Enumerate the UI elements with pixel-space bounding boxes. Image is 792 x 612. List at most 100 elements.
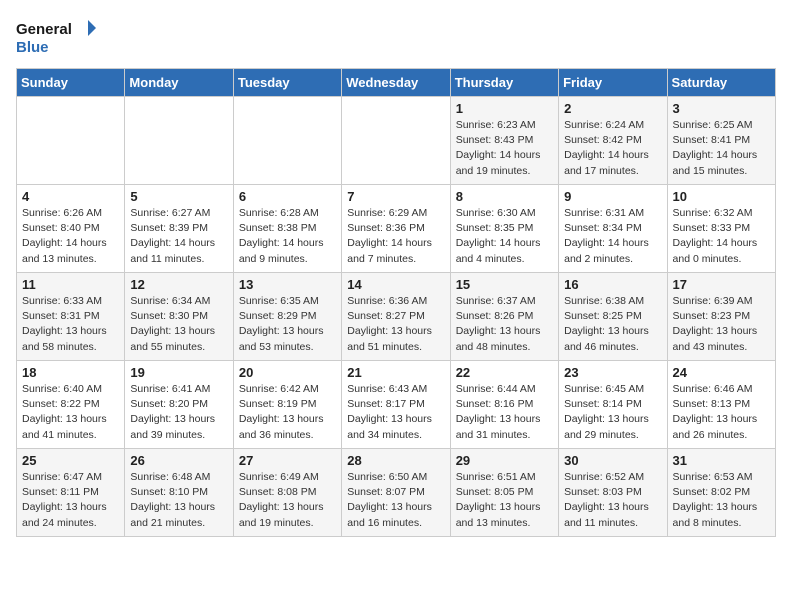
calendar-cell: 18 Sunrise: 6:40 AMSunset: 8:22 PMDayligh…: [17, 361, 125, 449]
day-info: Sunrise: 6:44 AMSunset: 8:16 PMDaylight:…: [456, 382, 553, 443]
calendar-cell: [342, 97, 450, 185]
weekday-header-thursday: Thursday: [450, 69, 558, 97]
day-info: Sunrise: 6:28 AMSunset: 8:38 PMDaylight:…: [239, 206, 336, 267]
day-number: 13: [239, 277, 336, 292]
day-info: Sunrise: 6:48 AMSunset: 8:10 PMDaylight:…: [130, 470, 227, 531]
day-info: Sunrise: 6:36 AMSunset: 8:27 PMDaylight:…: [347, 294, 444, 355]
calendar-cell: 1 Sunrise: 6:23 AMSunset: 8:43 PMDaylight…: [450, 97, 558, 185]
day-info: Sunrise: 6:27 AMSunset: 8:39 PMDaylight:…: [130, 206, 227, 267]
calendar-cell: 3Sunrise: 6:25 AMSunset: 8:41 PMDaylight…: [667, 97, 775, 185]
calendar-cell: [125, 97, 233, 185]
day-info: Sunrise: 6:42 AMSunset: 8:19 PMDaylight:…: [239, 382, 336, 443]
calendar-cell: 8 Sunrise: 6:30 AMSunset: 8:35 PMDaylight…: [450, 185, 558, 273]
day-info: Sunrise: 6:39 AMSunset: 8:23 PMDaylight:…: [673, 294, 770, 355]
calendar-cell: [233, 97, 341, 185]
calendar-cell: 10 Sunrise: 6:32 AMSunset: 8:33 PMDayligh…: [667, 185, 775, 273]
day-number: 8: [456, 189, 553, 204]
calendar-cell: 12 Sunrise: 6:34 AMSunset: 8:30 PMDayligh…: [125, 273, 233, 361]
day-info: Sunrise: 6:26 AMSunset: 8:40 PMDaylight:…: [22, 206, 119, 267]
day-number: 29: [456, 453, 553, 468]
weekday-header-wednesday: Wednesday: [342, 69, 450, 97]
day-number: 22: [456, 365, 553, 380]
calendar-cell: 15Sunrise: 6:37 AMSunset: 8:26 PMDayligh…: [450, 273, 558, 361]
weekday-header-saturday: Saturday: [667, 69, 775, 97]
day-number: 18: [22, 365, 119, 380]
calendar-cell: 9 Sunrise: 6:31 AMSunset: 8:34 PMDaylight…: [559, 185, 667, 273]
day-info: Sunrise: 6:53 AMSunset: 8:02 PMDaylight:…: [673, 470, 770, 531]
day-info: Sunrise: 6:23 AMSunset: 8:43 PMDaylight:…: [456, 118, 553, 179]
day-number: 9: [564, 189, 661, 204]
svg-text:Blue: Blue: [16, 39, 49, 56]
calendar-cell: 19Sunrise: 6:41 AMSunset: 8:20 PMDayligh…: [125, 361, 233, 449]
day-info: Sunrise: 6:46 AMSunset: 8:13 PMDaylight:…: [673, 382, 770, 443]
calendar-cell: [17, 97, 125, 185]
day-number: 1: [456, 101, 553, 116]
calendar-cell: 14 Sunrise: 6:36 AMSunset: 8:27 PMDayligh…: [342, 273, 450, 361]
day-number: 11: [22, 277, 119, 292]
logo-svg: General Blue: [16, 16, 96, 60]
day-info: Sunrise: 6:45 AMSunset: 8:14 PMDaylight:…: [564, 382, 661, 443]
day-number: 28: [347, 453, 444, 468]
calendar-cell: 25 Sunrise: 6:47 AMSunset: 8:11 PMDayligh…: [17, 449, 125, 537]
calendar-cell: 13 Sunrise: 6:35 AMSunset: 8:29 PMDayligh…: [233, 273, 341, 361]
day-number: 30: [564, 453, 661, 468]
calendar-cell: 2Sunrise: 6:24 AMSunset: 8:42 PMDaylight…: [559, 97, 667, 185]
calendar-cell: 26 Sunrise: 6:48 AMSunset: 8:10 PMDayligh…: [125, 449, 233, 537]
day-info: Sunrise: 6:49 AMSunset: 8:08 PMDaylight:…: [239, 470, 336, 531]
day-number: 4: [22, 189, 119, 204]
day-number: 16: [564, 277, 661, 292]
calendar-cell: 4 Sunrise: 6:26 AMSunset: 8:40 PMDaylight…: [17, 185, 125, 273]
weekday-header-friday: Friday: [559, 69, 667, 97]
day-number: 2: [564, 101, 661, 116]
day-info: Sunrise: 6:35 AMSunset: 8:29 PMDaylight:…: [239, 294, 336, 355]
day-number: 14: [347, 277, 444, 292]
day-info: Sunrise: 6:33 AMSunset: 8:31 PMDaylight:…: [22, 294, 119, 355]
day-info: Sunrise: 6:29 AMSunset: 8:36 PMDaylight:…: [347, 206, 444, 267]
calendar-cell: 27 Sunrise: 6:49 AMSunset: 8:08 PMDayligh…: [233, 449, 341, 537]
day-number: 12: [130, 277, 227, 292]
calendar-cell: 22 Sunrise: 6:44 AMSunset: 8:16 PMDayligh…: [450, 361, 558, 449]
day-number: 26: [130, 453, 227, 468]
calendar-cell: 31 Sunrise: 6:53 AMSunset: 8:02 PMDayligh…: [667, 449, 775, 537]
calendar-cell: 11 Sunrise: 6:33 AMSunset: 8:31 PMDayligh…: [17, 273, 125, 361]
day-number: 21: [347, 365, 444, 380]
calendar-cell: 20 Sunrise: 6:42 AMSunset: 8:19 PMDayligh…: [233, 361, 341, 449]
calendar-cell: 23Sunrise: 6:45 AMSunset: 8:14 PMDayligh…: [559, 361, 667, 449]
day-info: Sunrise: 6:40 AMSunset: 8:22 PMDaylight:…: [22, 382, 119, 443]
day-number: 7: [347, 189, 444, 204]
calendar-cell: 29 Sunrise: 6:51 AMSunset: 8:05 PMDayligh…: [450, 449, 558, 537]
day-info: Sunrise: 6:34 AMSunset: 8:30 PMDaylight:…: [130, 294, 227, 355]
weekday-header-monday: Monday: [125, 69, 233, 97]
day-info: Sunrise: 6:25 AMSunset: 8:41 PMDaylight:…: [673, 118, 770, 179]
day-info: Sunrise: 6:47 AMSunset: 8:11 PMDaylight:…: [22, 470, 119, 531]
calendar-cell: 6 Sunrise: 6:28 AMSunset: 8:38 PMDaylight…: [233, 185, 341, 273]
day-number: 17: [673, 277, 770, 292]
calendar-cell: 17 Sunrise: 6:39 AMSunset: 8:23 PMDayligh…: [667, 273, 775, 361]
weekday-header-tuesday: Tuesday: [233, 69, 341, 97]
day-info: Sunrise: 6:30 AMSunset: 8:35 PMDaylight:…: [456, 206, 553, 267]
calendar-cell: 16 Sunrise: 6:38 AMSunset: 8:25 PMDayligh…: [559, 273, 667, 361]
day-info: Sunrise: 6:43 AMSunset: 8:17 PMDaylight:…: [347, 382, 444, 443]
day-number: 20: [239, 365, 336, 380]
day-number: 31: [673, 453, 770, 468]
calendar-cell: 28Sunrise: 6:50 AMSunset: 8:07 PMDayligh…: [342, 449, 450, 537]
calendar-cell: 5 Sunrise: 6:27 AMSunset: 8:39 PMDaylight…: [125, 185, 233, 273]
day-number: 24: [673, 365, 770, 380]
day-number: 25: [22, 453, 119, 468]
day-number: 15: [456, 277, 553, 292]
day-info: Sunrise: 6:51 AMSunset: 8:05 PMDaylight:…: [456, 470, 553, 531]
calendar-table: SundayMondayTuesdayWednesdayThursdayFrid…: [16, 68, 776, 537]
calendar-cell: 21 Sunrise: 6:43 AMSunset: 8:17 PMDayligh…: [342, 361, 450, 449]
day-info: Sunrise: 6:32 AMSunset: 8:33 PMDaylight:…: [673, 206, 770, 267]
day-number: 19: [130, 365, 227, 380]
day-number: 5: [130, 189, 227, 204]
day-number: 6: [239, 189, 336, 204]
day-info: Sunrise: 6:38 AMSunset: 8:25 PMDaylight:…: [564, 294, 661, 355]
calendar-cell: 7 Sunrise: 6:29 AMSunset: 8:36 PMDaylight…: [342, 185, 450, 273]
calendar-cell: 24 Sunrise: 6:46 AMSunset: 8:13 PMDayligh…: [667, 361, 775, 449]
day-number: 27: [239, 453, 336, 468]
day-info: Sunrise: 6:31 AMSunset: 8:34 PMDaylight:…: [564, 206, 661, 267]
day-number: 10: [673, 189, 770, 204]
weekday-header-sunday: Sunday: [17, 69, 125, 97]
logo: General Blue: [16, 16, 96, 60]
